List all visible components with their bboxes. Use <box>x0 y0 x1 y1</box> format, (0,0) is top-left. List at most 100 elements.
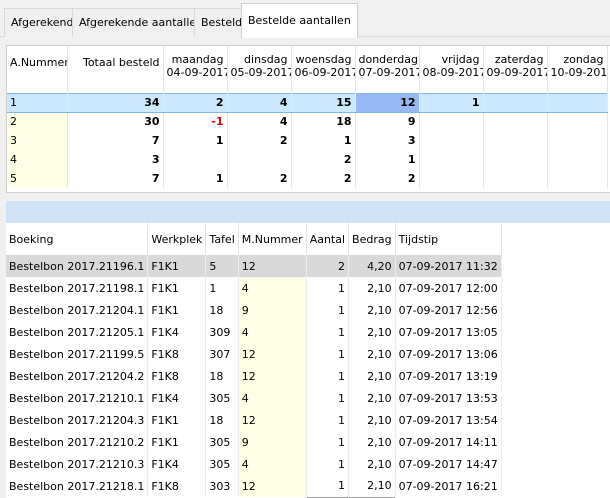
cell-tafel[interactable]: 309 <box>205 321 239 343</box>
cell-day-count[interactable] <box>483 150 548 169</box>
cell-day-count[interactable] <box>483 112 548 131</box>
cell-werkplek[interactable]: F1K1 <box>147 277 207 299</box>
cell-boeking[interactable]: Bestelbon 2017.21204.1 <box>6 299 149 321</box>
cell-day-count[interactable] <box>419 150 484 169</box>
cell-day-count[interactable]: 1 <box>291 131 356 150</box>
header-day[interactable]: vrijdag 08-09-2017 <box>419 46 484 86</box>
header-day[interactable]: woensdag 06-09-2017 <box>291 46 356 86</box>
detail-row[interactable]: Bestelbon 2017.21199.5 F1K8 307 12 1 2,10 07-0… <box>6 343 502 365</box>
cell-aantal[interactable]: 2 <box>306 255 350 277</box>
detail-row[interactable]: Bestelbon 2017.21196.1 F1K1 5 12 2 4,20 07-09-… <box>6 255 502 277</box>
cell-aantal[interactable]: 1 <box>306 321 350 343</box>
cell-tafel[interactable]: 18 <box>205 409 239 431</box>
cell-day-count[interactable] <box>483 169 548 188</box>
cell-bedrag[interactable]: 2,10 <box>348 431 396 453</box>
cell-aantal[interactable]: 1 <box>306 299 350 321</box>
header-day[interactable]: zaterdag 09-09-2017 <box>483 46 548 86</box>
cell-werkplek[interactable]: F1K1 <box>147 299 207 321</box>
cell-bedrag[interactable]: 2,10 <box>348 343 396 365</box>
cell-mnummer[interactable]: 9 <box>238 299 307 321</box>
cell-tijdstip[interactable]: 07-09-2017 12:56 <box>395 299 502 321</box>
cell-totaal[interactable]: 7 <box>67 169 164 188</box>
cell-a-nummer[interactable]: 3 <box>7 131 68 150</box>
cell-a-nummer[interactable]: 5 <box>7 169 68 188</box>
summary-row[interactable]: 1 34 2 4 15 12 1 <box>7 92 608 113</box>
cell-aantal[interactable]: 1 <box>306 277 350 299</box>
summary-row[interactable]: 43 21 <box>7 150 608 169</box>
detail-row[interactable]: Bestelbon 2017.21210.3 F1K4 305 4 1 2,10 07-09… <box>6 453 502 475</box>
tab-afgerekend[interactable]: Afgerekend <box>4 8 81 37</box>
cell-totaal[interactable]: 3 <box>67 150 164 169</box>
cell-bedrag[interactable]: 4,20 <box>348 255 396 277</box>
cell-boeking[interactable]: Bestelbon 2017.21196.1 <box>6 255 149 277</box>
cell-bedrag[interactable]: 2,10 <box>348 299 396 321</box>
summary-grid[interactable]: A.Nummer Totaal besteld maandag 04-09-201… <box>6 45 610 193</box>
cell-totaal[interactable]: 30 <box>67 112 164 131</box>
cell-day-count[interactable]: 12 <box>355 92 420 113</box>
cell-tijdstip[interactable]: 07-09-2017 14:47 <box>395 453 502 475</box>
header-werkplek[interactable]: Werkplek <box>147 223 207 255</box>
cell-aantal[interactable]: 1 <box>306 475 350 497</box>
cell-boeking[interactable]: Bestelbon 2017.21204.3 <box>6 409 149 431</box>
header-day[interactable]: maandag 04-09-2017 <box>163 46 228 86</box>
cell-mnummer[interactable]: 12 <box>238 255 307 277</box>
cell-aantal[interactable]: 1 <box>306 453 350 475</box>
cell-day-count[interactable]: 2 <box>227 131 292 150</box>
cell-day-count[interactable]: 1 <box>163 131 228 150</box>
cell-day-count[interactable] <box>419 169 484 188</box>
cell-boeking[interactable]: Bestelbon 2017.21205.1 <box>6 321 149 343</box>
cell-werkplek[interactable]: F1K8 <box>147 365 207 387</box>
cell-aantal[interactable]: 1 <box>306 365 350 387</box>
cell-tijdstip[interactable]: 07-09-2017 13:05 <box>395 321 502 343</box>
cell-day-count[interactable] <box>547 92 608 113</box>
cell-day-count[interactable]: 18 <box>291 112 356 131</box>
tab-afgerekende-aantallen[interactable]: Afgerekende aantallen <box>72 8 211 37</box>
cell-day-count[interactable]: 1 <box>419 92 484 113</box>
cell-mnummer[interactable]: 9 <box>238 431 307 453</box>
cell-mnummer[interactable]: 4 <box>238 387 307 409</box>
cell-werkplek[interactable]: F1K4 <box>147 387 207 409</box>
cell-bedrag[interactable]: 2,10 <box>348 409 396 431</box>
header-m-nummer[interactable]: M.Nummer <box>238 223 307 255</box>
cell-totaal[interactable]: 7 <box>67 131 164 150</box>
header-day[interactable]: donderdag 07-09-2017 <box>355 46 420 86</box>
summary-row[interactable]: 371213 <box>7 131 608 150</box>
cell-mnummer[interactable]: 4 <box>238 321 307 343</box>
cell-a-nummer[interactable]: 2 <box>7 112 68 131</box>
detail-row[interactable]: Bestelbon 2017.21210.1 F1K4 305 4 1 2,10 07-09… <box>6 387 502 409</box>
summary-row[interactable]: 571222 <box>7 169 608 188</box>
header-a-nummer[interactable]: A.Nummer <box>7 46 68 86</box>
cell-aantal[interactable]: 1 <box>306 343 350 365</box>
cell-day-count[interactable]: -1 <box>163 112 228 131</box>
cell-tafel[interactable]: 303 <box>205 475 239 497</box>
cell-mnummer[interactable]: 12 <box>238 343 307 365</box>
cell-tijdstip[interactable]: 07-09-2017 13:54 <box>395 409 502 431</box>
cell-tijdstip[interactable]: 07-09-2017 12:00 <box>395 277 502 299</box>
cell-day-count[interactable] <box>547 169 608 188</box>
cell-day-count[interactable]: 1 <box>355 150 420 169</box>
detail-row[interactable]: Bestelbon 2017.21210.2 F1K1 305 9 1 2,10 07-09… <box>6 431 502 453</box>
cell-boeking[interactable]: Bestelbon 2017.21204.2 <box>6 365 149 387</box>
cell-werkplek[interactable]: F1K8 <box>147 475 207 497</box>
cell-werkplek[interactable]: F1K1 <box>147 255 207 277</box>
cell-boeking[interactable]: Bestelbon 2017.21210.1 <box>6 387 149 409</box>
cell-tafel[interactable]: 1 <box>205 277 239 299</box>
cell-boeking[interactable]: Bestelbon 2017.21218.1 <box>6 475 149 497</box>
cell-mnummer[interactable]: 12 <box>238 475 307 497</box>
detail-grid[interactable]: Boeking Werkplek Tafel M.Nummer Aantal B… <box>6 223 610 498</box>
header-tijdstip[interactable]: Tijdstip <box>395 223 502 255</box>
cell-werkplek[interactable]: F1K4 <box>147 453 207 475</box>
cell-day-count[interactable]: 2 <box>355 169 420 188</box>
cell-tafel[interactable]: 5 <box>205 255 239 277</box>
cell-mnummer[interactable]: 4 <box>238 453 307 475</box>
cell-a-nummer[interactable]: 4 <box>7 150 68 169</box>
cell-tafel[interactable]: 18 <box>205 365 239 387</box>
detail-row[interactable]: Bestelbon 2017.21198.1 F1K1 1 4 1 2,10 07-09-2… <box>6 277 502 299</box>
cell-day-count[interactable]: 2 <box>163 92 228 113</box>
cell-mnummer[interactable]: 4 <box>238 277 307 299</box>
cell-day-count[interactable] <box>419 112 484 131</box>
cell-day-count[interactable]: 9 <box>355 112 420 131</box>
cell-day-count[interactable]: 1 <box>163 169 228 188</box>
header-bedrag[interactable]: Bedrag <box>348 223 396 255</box>
header-day[interactable]: dinsdag 05-09-2017 <box>227 46 292 86</box>
